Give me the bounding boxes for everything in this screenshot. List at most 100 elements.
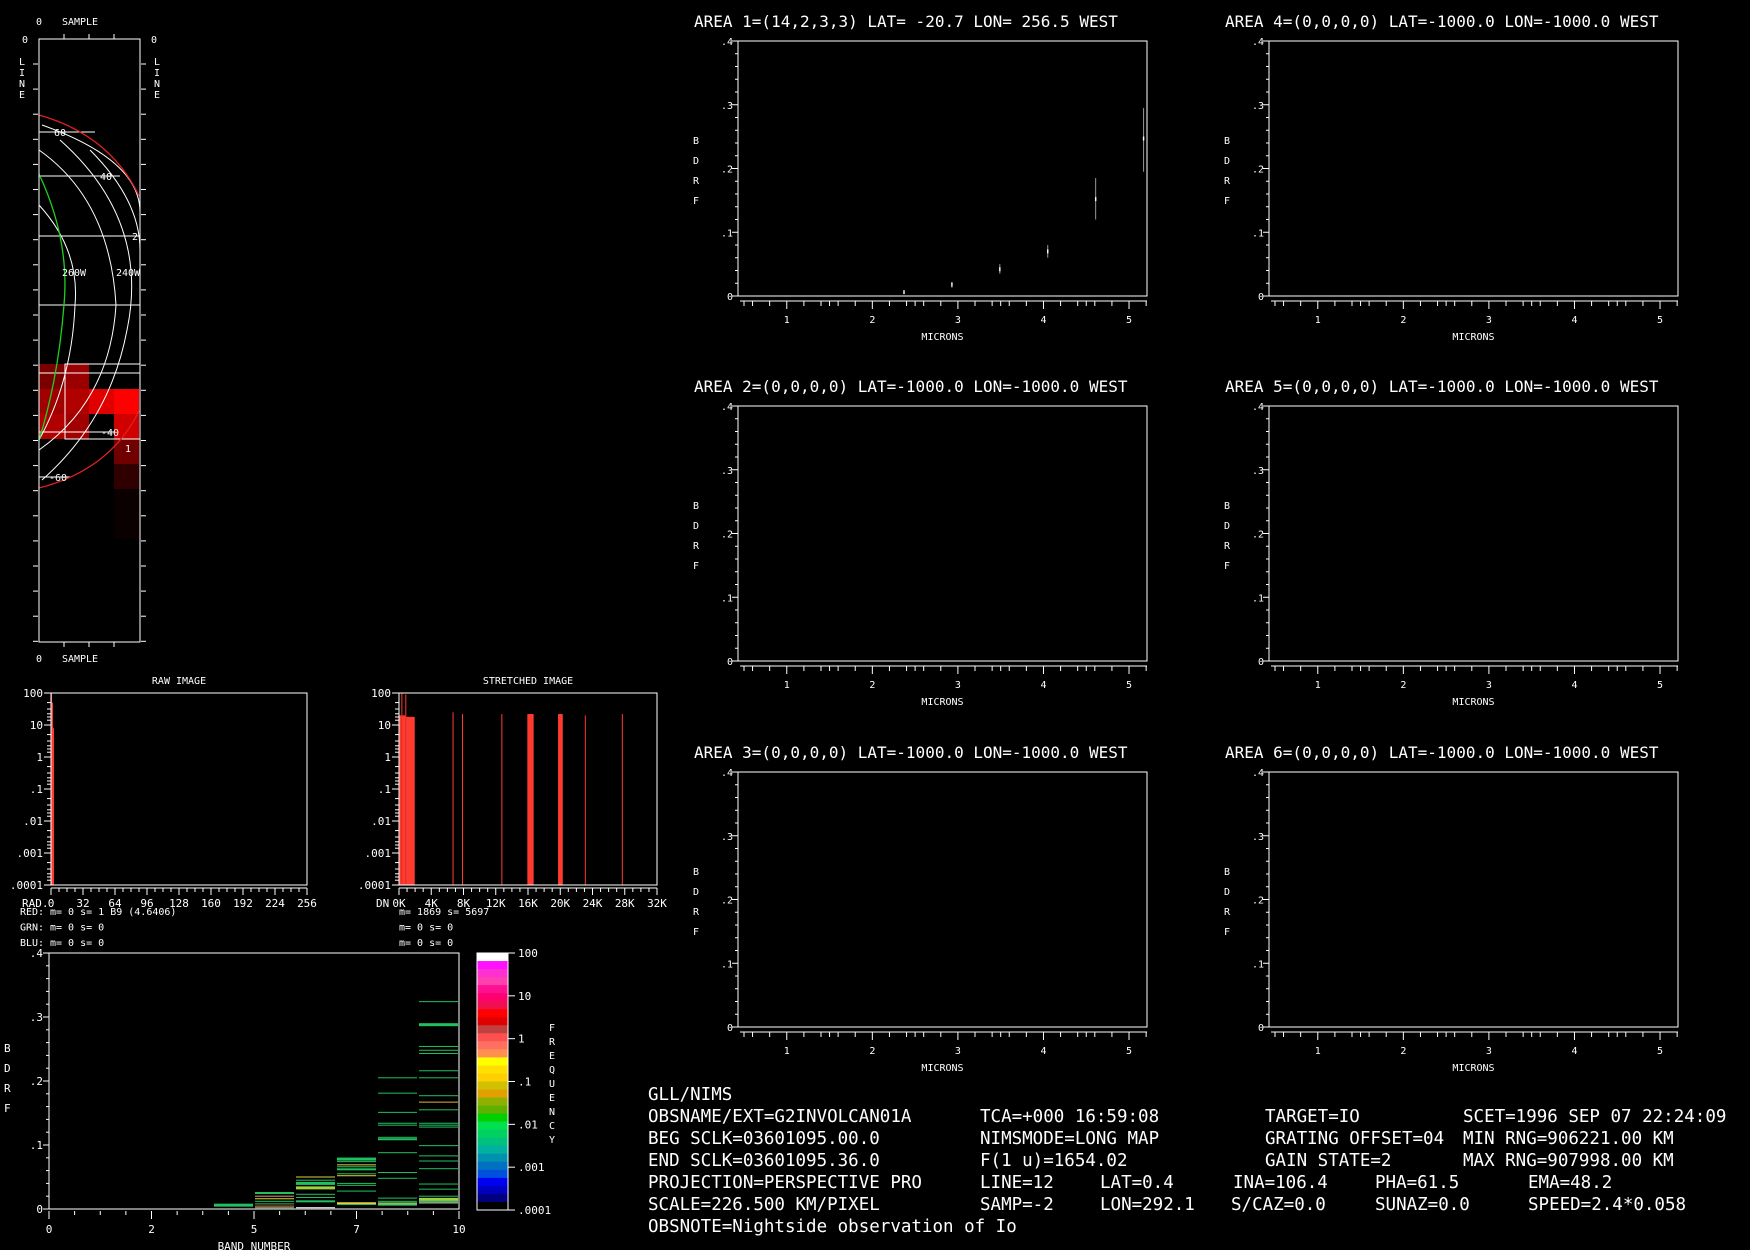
info-pha: PHA=61.5 bbox=[1375, 1173, 1459, 1193]
band-bdrf-segment bbox=[419, 1122, 458, 1124]
observation-info: GLL/NIMSOBSNAME/EXT=G2INVOLCAN01A TCA=+00… bbox=[648, 1085, 1726, 1237]
map-lat-label: -60 bbox=[49, 473, 67, 484]
band-bdrf-segment bbox=[419, 1168, 458, 1170]
band-ytick-label: .3 bbox=[30, 1011, 43, 1024]
area-ytick-label: .2 bbox=[721, 530, 733, 541]
area-ytick-label: 0 bbox=[1258, 1023, 1264, 1034]
colorbar-swatch bbox=[477, 1025, 508, 1034]
area-ytick-label: 0 bbox=[727, 1023, 733, 1034]
band-bdrf-segment bbox=[337, 1173, 376, 1175]
info-end-sclk: END SCLK=03601095.36.0 bbox=[648, 1151, 880, 1171]
band-bdrf-segment bbox=[378, 1092, 417, 1094]
colorbar-swatch bbox=[477, 1017, 508, 1026]
histogram-xtick-label: 16K bbox=[518, 897, 538, 910]
area-xlabel: MICRONS bbox=[1452, 332, 1494, 343]
band-bdrf-segment bbox=[255, 1205, 294, 1208]
area-xtick-label: 1 bbox=[1315, 680, 1321, 691]
band-xlabel: BAND NUMBER bbox=[218, 1240, 291, 1250]
colorbar-swatch bbox=[477, 1201, 508, 1211]
io-projection-map[interactable]: 0 SAMPLE0 SAMPLE0 0L LI IN NE E60402-40-60260W 2… bbox=[19, 17, 160, 665]
histogram-bar bbox=[406, 716, 415, 885]
area-plot-title: AREA 1=(14,2,3,3) LAT= -20.7 LON= 256.5 … bbox=[694, 12, 1118, 31]
histogram-xtick-label: 224 bbox=[265, 897, 285, 910]
area-ylabel-letter: R bbox=[1224, 176, 1231, 187]
area-ylabel-letter: B bbox=[1224, 867, 1230, 878]
area-xtick-label: 5 bbox=[1126, 1046, 1132, 1057]
band-bdrf-segment bbox=[378, 1197, 417, 1199]
band-bdrf-segment bbox=[337, 1182, 376, 1184]
band-bdrf-segment bbox=[337, 1168, 376, 1171]
colorbar-title-letter: R bbox=[549, 1037, 556, 1048]
band-bdrf-segment bbox=[378, 1124, 417, 1126]
area-spectrum-plot-3: AREA 3=(0,0,0,0) LAT=-1000.0 LON=-1000.0… bbox=[693, 743, 1148, 1074]
band-xtick-label: 5 bbox=[251, 1223, 258, 1236]
area-spectrum-plot-2: AREA 2=(0,0,0,0) LAT=-1000.0 LON=-1000.0… bbox=[693, 377, 1148, 708]
band-bdrf-segment bbox=[296, 1176, 335, 1178]
area-ylabel-letter: B bbox=[693, 867, 699, 878]
area-ylabel-letter: D bbox=[693, 521, 699, 532]
area-ylabel-letter: F bbox=[1224, 561, 1230, 572]
info-obsname: OBSNAME/EXT=G2INVOLCAN01A bbox=[648, 1107, 912, 1127]
band-bdrf-segment bbox=[337, 1175, 376, 1177]
band-bdrf-segment bbox=[296, 1186, 335, 1190]
area-ylabel-letter: R bbox=[693, 907, 700, 918]
area-xtick-label: 5 bbox=[1657, 315, 1663, 326]
band-ytick-label: .4 bbox=[30, 947, 44, 960]
colorbar-swatch bbox=[477, 1081, 508, 1091]
area-xlabel: MICRONS bbox=[921, 1063, 963, 1074]
band-bdrf-segment bbox=[337, 1157, 376, 1161]
area-xtick-label: 1 bbox=[1315, 315, 1321, 326]
colorbar-title-letter: E bbox=[549, 1093, 555, 1104]
band-bdrf-segment bbox=[378, 1200, 417, 1202]
area-xtick-label: 2 bbox=[1400, 680, 1406, 691]
map-lat-label: -40 bbox=[101, 428, 119, 439]
band-bdrf-segment bbox=[419, 1109, 458, 1111]
area-xtick-label: 3 bbox=[1486, 680, 1492, 691]
data-point bbox=[951, 282, 953, 287]
map-line-label-right: L bbox=[154, 57, 160, 68]
area-ytick-label: .1 bbox=[721, 959, 733, 970]
area-ytick-label: 0 bbox=[727, 292, 733, 303]
colorbar-swatch bbox=[477, 1185, 508, 1195]
area-spectrum-plot-1: AREA 1=(14,2,3,3) LAT= -20.7 LON= 256.5 … bbox=[693, 12, 1148, 343]
area-plot-title: AREA 6=(0,0,0,0) LAT=-1000.0 LON=-1000.0… bbox=[1225, 743, 1659, 762]
colorbar-swatch bbox=[477, 1009, 508, 1018]
colorbar-swatch bbox=[477, 1105, 508, 1115]
stretched-stats-values: m= 0 s= 0 bbox=[399, 923, 453, 934]
histogram-ytick-label: 1 bbox=[384, 751, 391, 764]
area-ylabel-letter: D bbox=[1224, 887, 1230, 898]
colorbar-swatch bbox=[477, 1169, 508, 1179]
area-xtick-label: 2 bbox=[869, 315, 875, 326]
data-point bbox=[1047, 249, 1049, 254]
info-f1u: F(1 u)=1654.02 bbox=[980, 1151, 1128, 1171]
colorbar-swatch bbox=[477, 1073, 508, 1082]
band-bdrf-segment bbox=[296, 1200, 335, 1203]
area-xtick-label: 2 bbox=[869, 680, 875, 691]
area-xtick-label: 2 bbox=[1400, 315, 1406, 326]
stats-values: m= 0 s= 0 bbox=[50, 938, 104, 949]
colorbar-swatch bbox=[477, 1089, 508, 1099]
band-bdrf-segment bbox=[378, 1136, 417, 1138]
data-point bbox=[903, 290, 905, 295]
colorbar-swatch bbox=[477, 969, 508, 978]
map-line-label-left: N bbox=[19, 79, 25, 90]
band-bdrf-segment bbox=[419, 1124, 458, 1126]
area-ytick-label: 0 bbox=[1258, 657, 1264, 668]
band-bdrf-segment bbox=[378, 1122, 417, 1124]
colorbar-swatch bbox=[477, 977, 508, 986]
band-bdrf-segment bbox=[296, 1181, 335, 1185]
area-xlabel: MICRONS bbox=[1452, 697, 1494, 708]
info-min-rng: MIN RNG=906221.00 KM bbox=[1463, 1129, 1674, 1149]
colorbar-label: .01 bbox=[518, 1118, 538, 1131]
info-projection: PROJECTION=PERSPECTIVE PRO bbox=[648, 1173, 922, 1193]
map-lat-label: 2 bbox=[132, 232, 138, 243]
area-ytick-label: .3 bbox=[721, 832, 733, 843]
info-nimsmode: NIMSMODE=LONG MAP bbox=[980, 1129, 1159, 1149]
area-ytick-label: .2 bbox=[721, 896, 733, 907]
area-xtick-label: 3 bbox=[1486, 315, 1492, 326]
area-xtick-label: 1 bbox=[784, 680, 790, 691]
area-plot-title: AREA 2=(0,0,0,0) LAT=-1000.0 LON=-1000.0… bbox=[694, 377, 1128, 396]
band-bdrf-segment bbox=[337, 1204, 376, 1206]
colorbar-title-letter: N bbox=[549, 1107, 555, 1118]
colorbar-title-letter: Y bbox=[549, 1135, 555, 1146]
